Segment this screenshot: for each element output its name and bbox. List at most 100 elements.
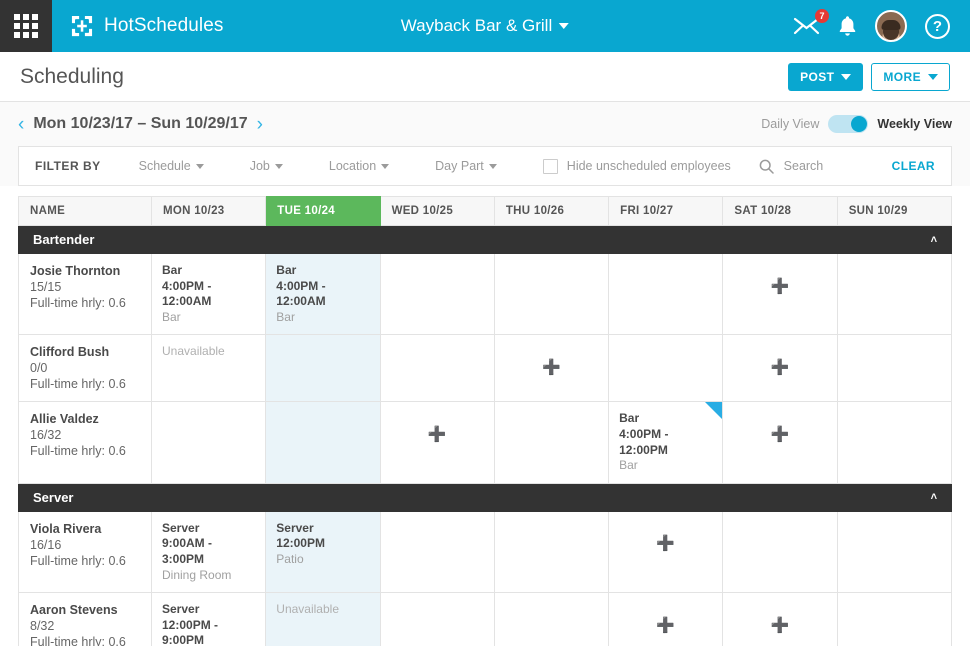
- employee-name-cell[interactable]: Aaron Stevens 8/32 Full-time hrly: 0.6: [18, 592, 152, 646]
- empty-cell[interactable]: [379, 252, 495, 336]
- shift-time: 9:00AM - 3:00PM: [162, 536, 213, 566]
- add-shift-cell[interactable]: ➕: [379, 401, 495, 484]
- empty-cell[interactable]: [493, 401, 610, 484]
- add-shift-cell[interactable]: ➕: [722, 401, 838, 484]
- empty-cell[interactable]: [608, 334, 724, 403]
- add-shift-cell[interactable]: ➕: [608, 510, 724, 594]
- store-selector[interactable]: Wayback Bar & Grill: [401, 16, 570, 36]
- empty-cell[interactable]: [379, 510, 495, 594]
- employee-name-cell[interactable]: Viola Rivera 16/16 Full-time hrly: 0.6: [18, 510, 152, 594]
- shift-cell[interactable]: Server 12:00PM Patio: [265, 510, 381, 594]
- shift-job: Bar: [276, 263, 297, 277]
- empty-cell[interactable]: [379, 592, 495, 646]
- empty-cell[interactable]: [836, 252, 953, 336]
- filter-schedule-label: Schedule: [138, 159, 191, 173]
- add-shift-plus-icon[interactable]: ➕: [505, 344, 598, 390]
- empty-cell[interactable]: [493, 592, 610, 646]
- empty-cell[interactable]: [150, 401, 267, 484]
- chevron-up-icon[interactable]: ˄: [931, 491, 937, 503]
- apps-menu-button[interactable]: [0, 0, 52, 52]
- add-shift-plus-icon[interactable]: ➕: [733, 263, 826, 309]
- filter-schedule[interactable]: Schedule: [139, 159, 204, 173]
- column-header-tue-10-24[interactable]: TUE 10/24: [265, 196, 381, 226]
- add-shift-cell[interactable]: ➕: [722, 252, 838, 336]
- daily-view-label[interactable]: Daily View: [761, 117, 819, 131]
- filter-location[interactable]: Location: [329, 159, 390, 173]
- brand-logo-group[interactable]: HotSchedules: [68, 12, 224, 40]
- empty-cell[interactable]: [836, 592, 953, 646]
- shift-time: 12:00PM: [276, 536, 325, 551]
- empty-cell[interactable]: [265, 401, 381, 484]
- add-shift-plus-icon[interactable]: ➕: [619, 521, 712, 567]
- chevron-down-icon: [381, 163, 390, 169]
- column-header-wed-10-25[interactable]: WED 10/25: [379, 196, 495, 226]
- empty-cell[interactable]: [493, 510, 610, 594]
- schedule-grid-header: NAME MON 10/23 TUE 10/24 WED 10/25 THU 10/26…: [18, 196, 953, 226]
- employee-name-cell[interactable]: Allie Valdez 16/32 Full-time hrly: 0.6: [18, 401, 152, 484]
- weekly-view-label[interactable]: Weekly View: [877, 117, 952, 131]
- shift-cell[interactable]: Bar 4:00PM - 12:00AM Bar: [265, 252, 381, 336]
- post-button[interactable]: POST: [788, 62, 864, 91]
- column-header-mon-10-23[interactable]: MON 10/23: [150, 196, 267, 226]
- column-header-name[interactable]: NAME: [18, 196, 152, 226]
- shift-cell[interactable]: Server 9:00AM - 3:00PM Dining Room: [150, 510, 267, 594]
- view-mode-toggle-group: Daily View Weekly View: [761, 115, 952, 133]
- employee-meta: Full-time hrly: 0.6: [30, 296, 126, 310]
- shift-time: 12:00PM - 9:00PM: [162, 617, 219, 646]
- shift-cell[interactable]: Bar 4:00PM - 12:00AM Bar: [150, 252, 267, 336]
- filter-job[interactable]: Job: [250, 159, 283, 173]
- messages-button[interactable]: 7: [793, 9, 829, 36]
- shift-cell[interactable]: Server12:00PM - 9:00PMPatio: [150, 592, 267, 646]
- add-shift-plus-icon[interactable]: ➕: [733, 411, 826, 457]
- employee-name-cell[interactable]: Clifford Bush 0/0 Full-time hrly: 0.6: [18, 334, 152, 403]
- empty-cell[interactable]: [608, 252, 724, 336]
- empty-cell[interactable]: [836, 334, 953, 403]
- unavailable-cell[interactable]: Unavailable: [265, 592, 381, 646]
- column-header-sun-10-29[interactable]: SUN 10/29: [836, 196, 953, 226]
- hide-unscheduled-checkbox[interactable]: [542, 158, 558, 174]
- search-icon[interactable]: [759, 159, 774, 174]
- next-week-arrow[interactable]: ›: [257, 115, 263, 134]
- shift-job: Server: [276, 520, 314, 535]
- clear-filters-button[interactable]: CLEAR: [892, 159, 935, 173]
- more-button[interactable]: MORE: [871, 62, 950, 91]
- shift-cell[interactable]: Bar 4:00PM - 12:00PM Bar: [608, 401, 724, 484]
- shift-location: Patio: [276, 551, 304, 566]
- unavailable-cell[interactable]: Unavailable: [150, 334, 267, 403]
- employee-name-cell[interactable]: Josie Thornton 15/15 Full-time hrly: 0.6: [18, 252, 152, 336]
- notifications-button[interactable]: [838, 15, 857, 37]
- add-shift-cell[interactable]: ➕: [608, 592, 724, 646]
- empty-cell[interactable]: [836, 510, 953, 594]
- search-input[interactable]: [783, 159, 854, 173]
- add-shift-cell[interactable]: ➕: [493, 334, 610, 403]
- column-header-sat-10-28[interactable]: SAT 10/28: [722, 196, 838, 226]
- add-shift-plus-icon[interactable]: ➕: [733, 602, 826, 646]
- chevron-down-icon: [841, 73, 852, 80]
- shift-location: Bar: [276, 309, 295, 324]
- job-group-cell: Server ˄: [18, 482, 952, 512]
- shift-location: Bar: [619, 458, 638, 473]
- previous-week-arrow[interactable]: ‹: [18, 115, 24, 134]
- column-header-thu-10-26[interactable]: THU 10/26: [493, 196, 610, 226]
- date-range-group: ‹ Mon 10/23/17 – Sun 10/29/17 ›: [18, 115, 263, 134]
- employee-meta: Full-time hrly: 0.6: [30, 377, 126, 392]
- add-shift-cell[interactable]: ➕: [722, 592, 838, 646]
- page-header-actions: POST MORE: [788, 62, 950, 91]
- filter-day-part[interactable]: Day Part: [435, 159, 497, 173]
- add-shift-plus-icon[interactable]: ➕: [391, 411, 484, 457]
- add-shift-cell[interactable]: ➕: [722, 334, 838, 403]
- hide-unscheduled-checkbox-group[interactable]: Hide unscheduled employees: [542, 158, 731, 174]
- empty-cell[interactable]: [493, 252, 610, 336]
- user-avatar[interactable]: [875, 10, 907, 42]
- empty-cell[interactable]: [265, 334, 381, 403]
- view-mode-switch[interactable]: [828, 115, 869, 133]
- add-shift-plus-icon[interactable]: ➕: [733, 344, 826, 390]
- chevron-up-icon[interactable]: ˄: [931, 234, 937, 246]
- column-header-fri-10-27[interactable]: FRI 10/27: [608, 196, 724, 226]
- empty-cell[interactable]: [722, 510, 838, 594]
- empty-cell[interactable]: [836, 401, 953, 484]
- shift-time: 4:00PM - 12:00PM: [619, 426, 669, 457]
- help-button[interactable]: ?: [925, 13, 950, 39]
- empty-cell[interactable]: [379, 334, 495, 403]
- add-shift-plus-icon[interactable]: ➕: [619, 602, 712, 646]
